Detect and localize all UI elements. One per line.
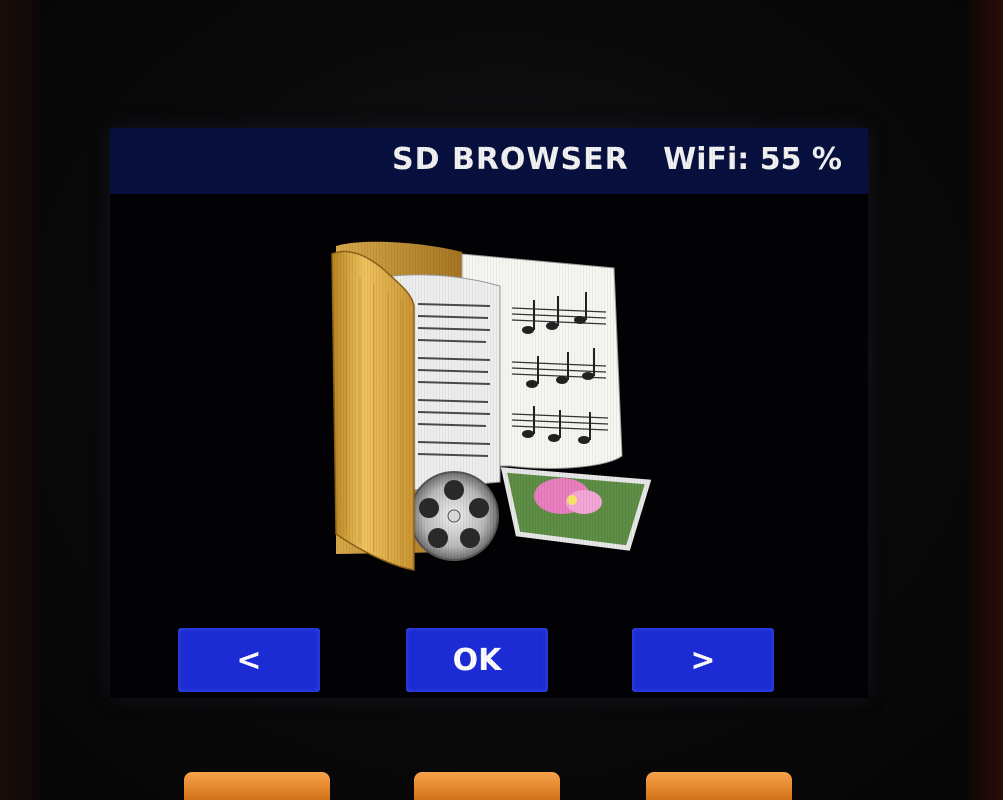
hw-button-right[interactable] [646, 772, 792, 800]
next-button[interactable]: > [632, 628, 774, 692]
device-body: SD BROWSER WiFi: 55 % < OK > [0, 0, 1003, 800]
screen: SD BROWSER WiFi: 55 % < OK > [110, 128, 868, 698]
media-folder-icon[interactable] [322, 234, 662, 578]
wifi-status: WiFi: 55 % [663, 142, 842, 177]
wifi-label: WiFi: [663, 142, 750, 177]
wifi-value: 55 % [759, 142, 842, 177]
hw-button-left[interactable] [184, 772, 330, 800]
device-edge-right [967, 0, 1003, 800]
top-bar: SD BROWSER WiFi: 55 % [110, 128, 868, 194]
next-button-label: > [690, 642, 716, 678]
page-title: SD BROWSER [392, 142, 629, 177]
ok-button[interactable]: OK [406, 628, 548, 692]
hw-button-center[interactable] [414, 772, 560, 800]
ok-button-label: OK [452, 642, 502, 678]
prev-button-label: < [236, 642, 262, 678]
device-edge-left [0, 0, 40, 800]
prev-button[interactable]: < [178, 628, 320, 692]
